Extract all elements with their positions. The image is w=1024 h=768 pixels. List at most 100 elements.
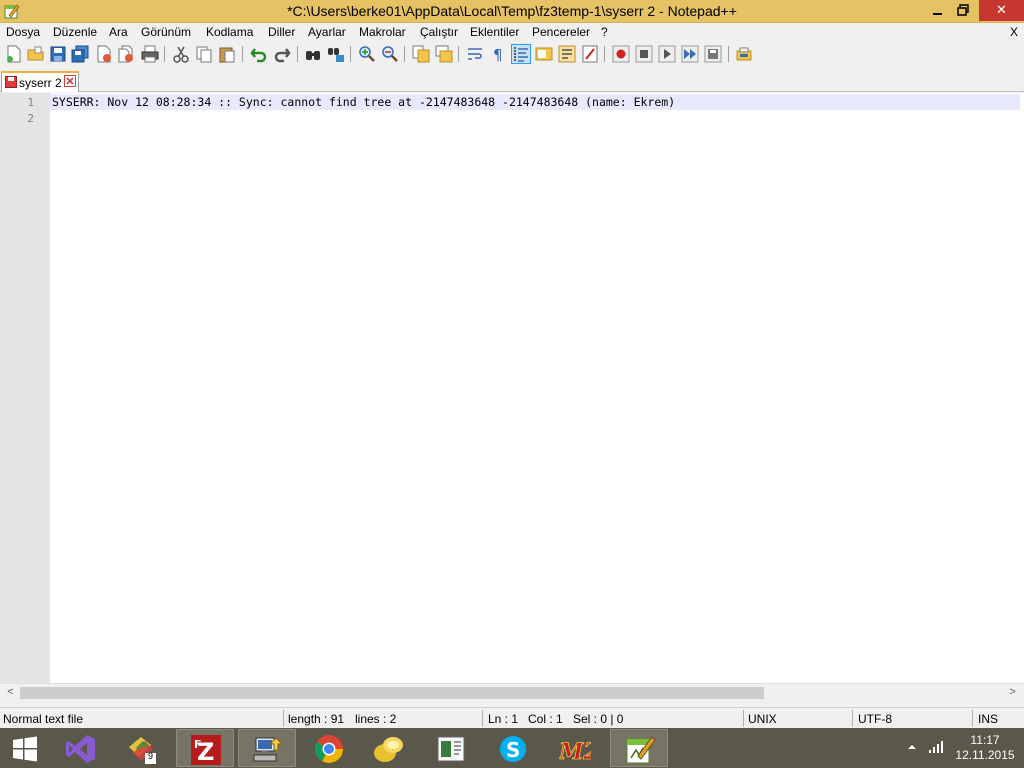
status-eol-format[interactable]: UNIX [748,712,777,726]
new-file-icon[interactable] [5,45,23,63]
taskbar-document-viewer[interactable] [422,729,480,767]
plugin-icon[interactable] [735,45,753,63]
zoom-out-icon[interactable] [381,45,399,63]
toolbar: ¶ [0,42,1024,66]
paste-icon[interactable] [218,45,236,63]
print-icon[interactable] [141,45,159,63]
taskbar-network[interactable] [238,729,296,767]
redo-icon[interactable] [273,45,291,63]
copy-icon[interactable] [195,45,213,63]
toolbar-separator [604,46,605,62]
minimize-icon [933,13,942,15]
menu-kodlama[interactable]: Kodlama [206,25,253,39]
signal-icon[interactable] [928,740,944,757]
sync-horizontal-icon[interactable] [435,45,453,63]
indent-guide-icon[interactable] [511,44,531,64]
menu-makrolar[interactable]: Makrolar [359,25,406,39]
visual-studio-icon [66,735,95,763]
menu-gorunum[interactable]: Görünüm [141,25,191,39]
tray-up-arrow-icon[interactable] [906,741,918,755]
open-file-icon[interactable] [27,45,45,63]
line-number-gutter: 1 2 [0,93,50,683]
cut-icon[interactable] [172,45,190,63]
scroll-left-button[interactable]: < [2,686,19,700]
status-file-type: Normal text file [3,712,84,726]
close-all-icon[interactable] [117,45,135,63]
menu-eklentiler[interactable]: Eklentiler [470,25,519,39]
taskbar-notepadpp[interactable] [610,729,668,767]
taskbar-filezilla[interactable]: ZF [176,729,234,767]
close-document-button[interactable]: X [1010,25,1018,39]
taskbar-chrome[interactable] [300,729,358,767]
status-separator [743,710,744,727]
stop-macro-icon[interactable] [635,45,653,63]
unsaved-file-icon [5,76,17,88]
line-number: 2 [27,112,34,125]
taskbar-visual-studio[interactable] [52,729,110,767]
clock-date: 12.11.2015 [955,748,1015,762]
save-all-icon[interactable] [71,45,89,63]
network-icon [253,737,284,762]
menu-duzenle[interactable]: Düzenle [53,25,97,39]
folder-app-icon [374,737,403,762]
find-icon[interactable] [304,45,322,63]
status-insert-mode[interactable]: INS [978,712,998,726]
toolbar-separator [458,46,459,62]
taskbar-folder-app[interactable] [360,729,418,767]
menu-diller[interactable]: Diller [268,25,295,39]
skype-icon: S [500,736,526,762]
run-macro-multiple-icon[interactable] [681,45,699,63]
folder-as-workspace-icon[interactable] [581,45,599,63]
taskbar-app-badge[interactable]: 9 [112,729,170,767]
tab-bar: syserr 2 [0,68,1024,92]
status-lines: lines : 2 [355,712,397,726]
svg-text:S: S [506,738,520,762]
status-encoding[interactable]: UTF-8 [858,712,892,726]
taskbar-skype[interactable]: S [484,729,542,767]
word-wrap-icon[interactable] [466,45,484,63]
start-button[interactable] [0,729,50,767]
toolbar-separator [242,46,243,62]
show-all-chars-icon[interactable]: ¶ [489,45,507,63]
editor-area[interactable]: 1 2 SYSERR: Nov 12 08:28:34 :: Sync: can… [0,93,1024,683]
close-icon[interactable] [95,45,113,63]
tab-syserr-2[interactable]: syserr 2 [1,71,79,92]
scrollbar-thumb[interactable] [20,687,764,699]
status-column: Col : 1 [528,712,563,726]
tab-close-icon[interactable] [64,75,76,87]
notepadpp-icon [626,736,656,764]
horizontal-scrollbar[interactable]: < > [0,683,1024,701]
line-number: 1 [27,96,34,109]
function-list-icon[interactable] [558,45,576,63]
clock-time: 11:17 [970,733,1000,747]
undo-icon[interactable] [250,45,268,63]
scroll-right-button[interactable]: > [1004,686,1021,700]
sync-vertical-icon[interactable] [412,45,430,63]
toolbar-separator [297,46,298,62]
minimize-button[interactable] [924,0,950,21]
menu-help[interactable]: ? [601,25,608,39]
status-separator [972,710,973,727]
close-button[interactable]: ✕ [979,0,1024,21]
svg-text:M2: M2 [559,739,591,765]
menu-ayarlar[interactable]: Ayarlar [308,25,346,39]
menu-ara[interactable]: Ara [109,25,128,39]
title-bar: *C:\Users\berke01\AppData\Local\Temp\fz3… [0,0,1024,23]
save-icon[interactable] [49,45,67,63]
toolbar-separator [350,46,351,62]
menu-pencereler[interactable]: Pencereler [532,25,590,39]
menu-calistir[interactable]: Çalıştır [420,25,458,39]
save-macro-icon[interactable] [704,45,722,63]
replace-icon[interactable] [327,45,345,63]
status-separator [852,710,853,727]
taskbar-m2-app[interactable]: M2 [546,729,604,767]
play-macro-icon[interactable] [658,45,676,63]
system-clock[interactable]: 11:17 12.11.2015 [950,733,1020,763]
record-macro-icon[interactable] [612,45,630,63]
zoom-in-icon[interactable] [358,45,376,63]
code-line[interactable]: SYSERR: Nov 12 08:28:34 :: Sync: cannot … [52,95,675,109]
menu-dosya[interactable]: Dosya [6,25,40,39]
doc-map-icon[interactable] [535,45,553,63]
restore-button[interactable] [950,0,976,21]
status-separator [482,710,483,727]
